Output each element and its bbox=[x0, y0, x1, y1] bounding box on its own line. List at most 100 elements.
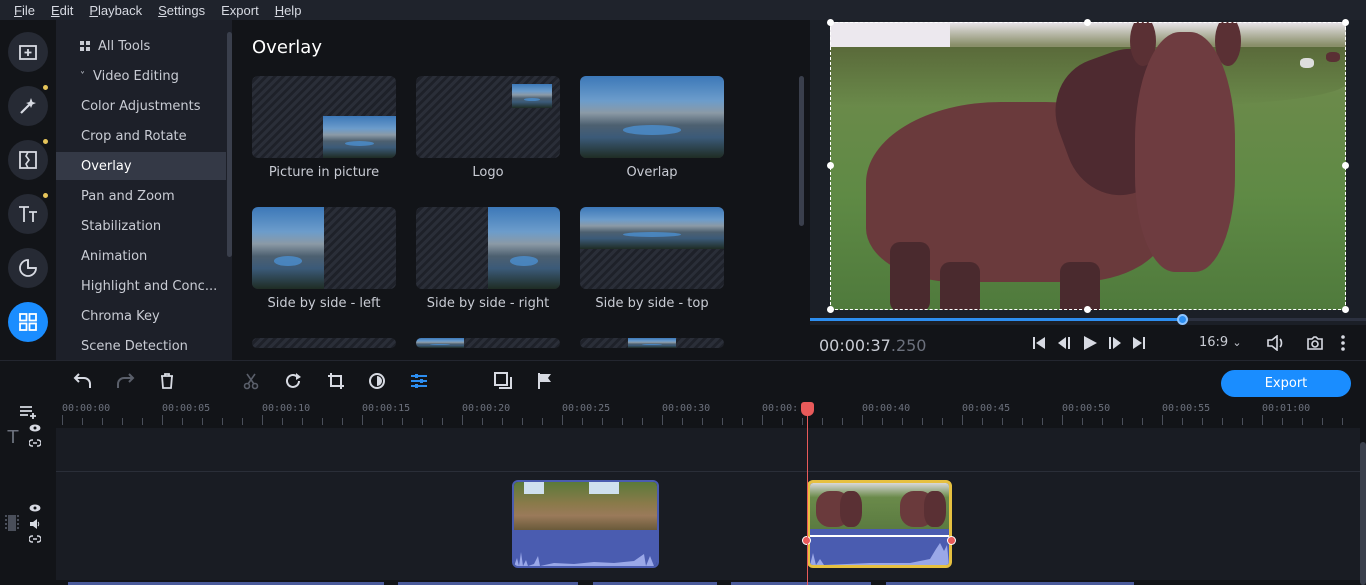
sky-patch bbox=[589, 482, 619, 494]
resize-handle[interactable] bbox=[1342, 162, 1349, 169]
tool-item-overlay[interactable]: Overlay bbox=[56, 152, 226, 180]
resize-handle[interactable] bbox=[1342, 306, 1349, 313]
resize-handle[interactable] bbox=[827, 306, 834, 313]
link-toggle[interactable] bbox=[28, 438, 42, 448]
skip-start-button[interactable] bbox=[1030, 333, 1048, 353]
waveform bbox=[514, 552, 654, 566]
overlay-card-left[interactable] bbox=[252, 207, 396, 289]
video-clip-selected[interactable] bbox=[807, 480, 952, 568]
volume-button[interactable] bbox=[1265, 333, 1287, 353]
link-icon bbox=[29, 439, 41, 447]
menu-playback[interactable]: Playback bbox=[89, 3, 142, 18]
crop-button[interactable] bbox=[325, 370, 347, 392]
ruler-tick bbox=[442, 418, 443, 425]
cut-button[interactable] bbox=[240, 370, 262, 392]
ruler-tick bbox=[922, 418, 923, 425]
tool-item-highlight-and-conc[interactable]: Highlight and Conc... bbox=[56, 272, 226, 300]
all-tools-item[interactable]: All Tools bbox=[56, 32, 226, 60]
overlay-card-label: Logo bbox=[472, 165, 504, 180]
tick-label: 00:00:40 bbox=[862, 403, 911, 414]
visibility-toggle[interactable] bbox=[28, 503, 42, 513]
redo-button[interactable] bbox=[114, 370, 136, 392]
resize-handle[interactable] bbox=[827, 19, 834, 26]
rail-button-more-tools[interactable] bbox=[8, 302, 48, 342]
tool-item-crop-and-rotate[interactable]: Crop and Rotate bbox=[56, 122, 226, 150]
clip-properties-button[interactable] bbox=[408, 370, 430, 392]
add-track-button[interactable] bbox=[17, 402, 41, 422]
overlay-card-label: Picture in picture bbox=[268, 165, 380, 180]
tick-label: 00:00:30 bbox=[662, 403, 711, 414]
menu-help[interactable]: Help bbox=[275, 3, 302, 18]
video-frame[interactable] bbox=[830, 22, 1346, 310]
resize-handle[interactable] bbox=[1084, 306, 1091, 313]
snapshot-button[interactable] bbox=[1304, 333, 1326, 353]
resize-handle[interactable] bbox=[1084, 19, 1091, 26]
export-button[interactable]: Export bbox=[1221, 370, 1351, 397]
link-toggle[interactable] bbox=[28, 534, 42, 544]
play-button[interactable] bbox=[1080, 333, 1100, 353]
rail-button-import[interactable] bbox=[8, 32, 48, 72]
fade-handle-right[interactable] bbox=[947, 536, 956, 545]
skip-end-button[interactable] bbox=[1130, 333, 1148, 353]
menu-export[interactable]: Export bbox=[221, 3, 259, 18]
menu-settings[interactable]: Settings bbox=[158, 3, 205, 18]
horse-leg bbox=[890, 242, 930, 310]
tick-label: 00:00: bbox=[762, 403, 799, 414]
video-track[interactable] bbox=[56, 472, 1360, 572]
grid-icon bbox=[80, 41, 90, 51]
tool-item-scene-detection[interactable]: Scene Detection bbox=[56, 332, 226, 360]
rail-button-stickers[interactable] bbox=[8, 248, 48, 288]
tool-item-pan-and-zoom[interactable]: Pan and Zoom bbox=[56, 182, 226, 210]
rotate-button[interactable] bbox=[282, 370, 304, 392]
horse-thumb bbox=[924, 491, 946, 527]
ruler-tick bbox=[1122, 418, 1123, 425]
seek-knob[interactable] bbox=[1176, 314, 1188, 325]
rail-button-magic-wand[interactable] bbox=[8, 86, 48, 126]
playhead-handle[interactable] bbox=[801, 402, 814, 416]
tool-item-chroma-key[interactable]: Chroma Key bbox=[56, 302, 226, 330]
more-options-button[interactable] bbox=[1337, 333, 1349, 353]
video-editing-section[interactable]: ˅ Video Editing bbox=[56, 62, 226, 90]
menu-edit[interactable]: Edit bbox=[51, 3, 73, 18]
prev-frame-button[interactable] bbox=[1055, 333, 1073, 353]
rail-button-transitions[interactable] bbox=[8, 140, 48, 180]
ruler-tick bbox=[262, 415, 263, 425]
tool-item-stabilization[interactable]: Stabilization bbox=[56, 212, 226, 240]
ruler-tick bbox=[242, 418, 243, 425]
undo-button[interactable] bbox=[72, 370, 94, 392]
gallery-scrollbar[interactable] bbox=[799, 76, 804, 226]
text-track[interactable] bbox=[56, 428, 1360, 471]
next-frame-button[interactable] bbox=[1106, 333, 1124, 353]
resize-handle[interactable] bbox=[1342, 19, 1349, 26]
visibility-toggle[interactable] bbox=[28, 423, 42, 433]
audio-waveform bbox=[810, 529, 949, 565]
video-clip[interactable] bbox=[512, 480, 659, 568]
marker-button[interactable] bbox=[534, 370, 556, 392]
rail-button-titles[interactable] bbox=[8, 194, 48, 234]
overlay-card-partial[interactable] bbox=[252, 338, 396, 348]
overlay-card-partial[interactable] bbox=[416, 338, 560, 348]
overlay-card-pip[interactable] bbox=[252, 76, 396, 158]
aspect-ratio-select[interactable]: 16:9 ⌄ bbox=[1199, 335, 1242, 350]
overlay-card-logo[interactable] bbox=[416, 76, 560, 158]
redo-icon bbox=[117, 373, 135, 388]
all-tools-label: All Tools bbox=[98, 38, 151, 54]
overlay-card-partial[interactable] bbox=[580, 338, 724, 348]
tool-item-animation[interactable]: Animation bbox=[56, 242, 226, 270]
overlay-card-full[interactable] bbox=[580, 76, 724, 158]
timeline-toolbar: Export bbox=[0, 360, 1366, 400]
resize-handle[interactable] bbox=[827, 162, 834, 169]
overlay-card-top[interactable] bbox=[580, 207, 724, 289]
ruler-tick bbox=[722, 418, 723, 425]
delete-button[interactable] bbox=[156, 370, 178, 392]
timeline-ruler[interactable]: 00:00:00 00:00:05 00:00:10 00:00:15 00:00:20… bbox=[56, 400, 1360, 428]
ruler-tick bbox=[342, 418, 343, 425]
menu-file[interactable]: File bbox=[14, 3, 35, 18]
tool-item-color-adjustments[interactable]: Color Adjustments bbox=[56, 92, 226, 120]
color-adjust-button[interactable] bbox=[366, 370, 388, 392]
overlay-button[interactable] bbox=[492, 370, 514, 392]
mute-toggle[interactable] bbox=[28, 518, 42, 530]
overlay-card-right[interactable] bbox=[416, 207, 560, 289]
ruler-tick bbox=[162, 415, 163, 425]
timeline-scrollbar[interactable] bbox=[1360, 442, 1366, 585]
